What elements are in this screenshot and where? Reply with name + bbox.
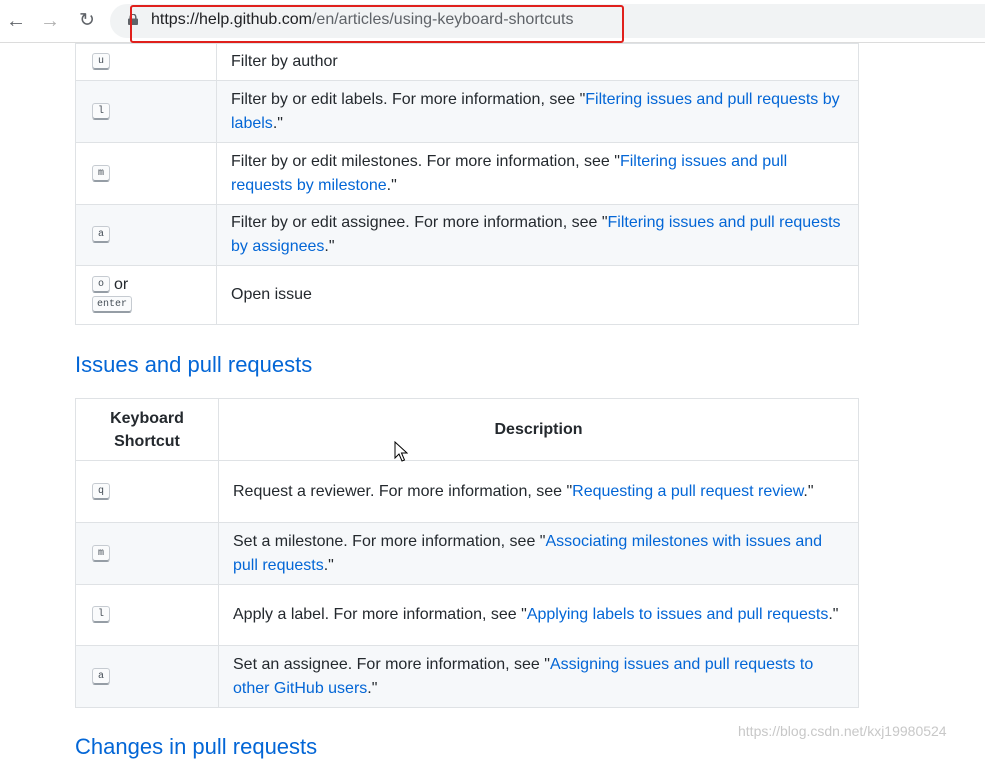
row-description: Apply a label. For more information, see… <box>233 606 527 623</box>
table-row: l Apply a label. For more information, s… <box>75 584 859 646</box>
key-l: l <box>92 102 110 120</box>
row-description: Set an assignee. For more information, s… <box>233 655 550 673</box>
row-description: Filter by or edit labels. For more infor… <box>231 90 586 108</box>
table-row: l Filter by or edit labels. For more inf… <box>75 80 859 143</box>
row-tail: ." <box>386 176 397 194</box>
row-description: Filter by or edit assignee. For more inf… <box>231 214 608 231</box>
key-u: u <box>92 53 110 71</box>
header-keyboard-shortcut: Keyboard Shortcut <box>75 398 219 461</box>
row-description: Request a reviewer. For more information… <box>233 482 573 500</box>
applying-labels-link[interactable]: Applying labels to issues and pull reque… <box>527 606 829 623</box>
row-tail: ." <box>367 679 378 697</box>
row-description: Filter by or edit milestones. For more i… <box>231 152 620 170</box>
row-description: Set a milestone. For more information, s… <box>233 532 546 550</box>
table-row: o or enter Open issue <box>75 265 859 325</box>
table-row: q Request a reviewer. For more informati… <box>75 460 859 523</box>
watermark: https://blog.csdn.net/kxj19980524 <box>738 723 947 739</box>
key-a: a <box>92 226 110 244</box>
requesting-review-link[interactable]: Requesting a pull request review <box>572 483 803 500</box>
row-description: Filter by author <box>231 53 338 70</box>
reload-icon[interactable]: ↻ <box>74 8 100 34</box>
table-row: m Filter by or edit milestones. For more… <box>75 142 859 205</box>
arrow-left-icon[interactable]: ← <box>3 8 29 34</box>
row-tail: ." <box>324 238 335 255</box>
browser-toolbar: ← → ↻ https://help.github.com/en/article… <box>0 0 985 43</box>
table-row: u Filter by author <box>75 43 859 81</box>
url-highlight-box <box>130 5 624 43</box>
section-heading-changes[interactable]: Changes in pull requests <box>75 734 317 760</box>
key-m: m <box>92 164 110 182</box>
key-o: o <box>92 276 110 294</box>
key-enter: enter <box>92 296 133 314</box>
key-m: m <box>92 544 110 562</box>
row-tail: ." <box>828 606 839 623</box>
table-row: a Filter by or edit assignee. For more i… <box>75 204 859 266</box>
key-q: q <box>92 482 110 500</box>
table-row: m Set a milestone. For more information,… <box>75 522 859 585</box>
key-l: l <box>92 606 110 624</box>
or-label: or <box>114 275 129 293</box>
filter-shortcuts-table: u Filter by author l Filter by or edit l… <box>75 43 859 325</box>
table-row: a Set an assignee. For more information,… <box>75 645 859 708</box>
issues-shortcuts-table: Keyboard Shortcut Description q Request … <box>75 398 859 708</box>
row-description: Open issue <box>231 286 312 303</box>
row-tail: ." <box>803 482 814 500</box>
row-tail: ." <box>323 556 334 574</box>
arrow-right-icon[interactable]: → <box>37 8 63 34</box>
mouse-cursor-icon <box>394 441 408 462</box>
header-description: Description <box>218 398 859 461</box>
table-header-row: Keyboard Shortcut Description <box>75 398 859 461</box>
row-tail: ." <box>272 114 283 132</box>
key-a: a <box>92 667 110 685</box>
section-heading[interactable]: Issues and pull requests <box>75 352 312 378</box>
